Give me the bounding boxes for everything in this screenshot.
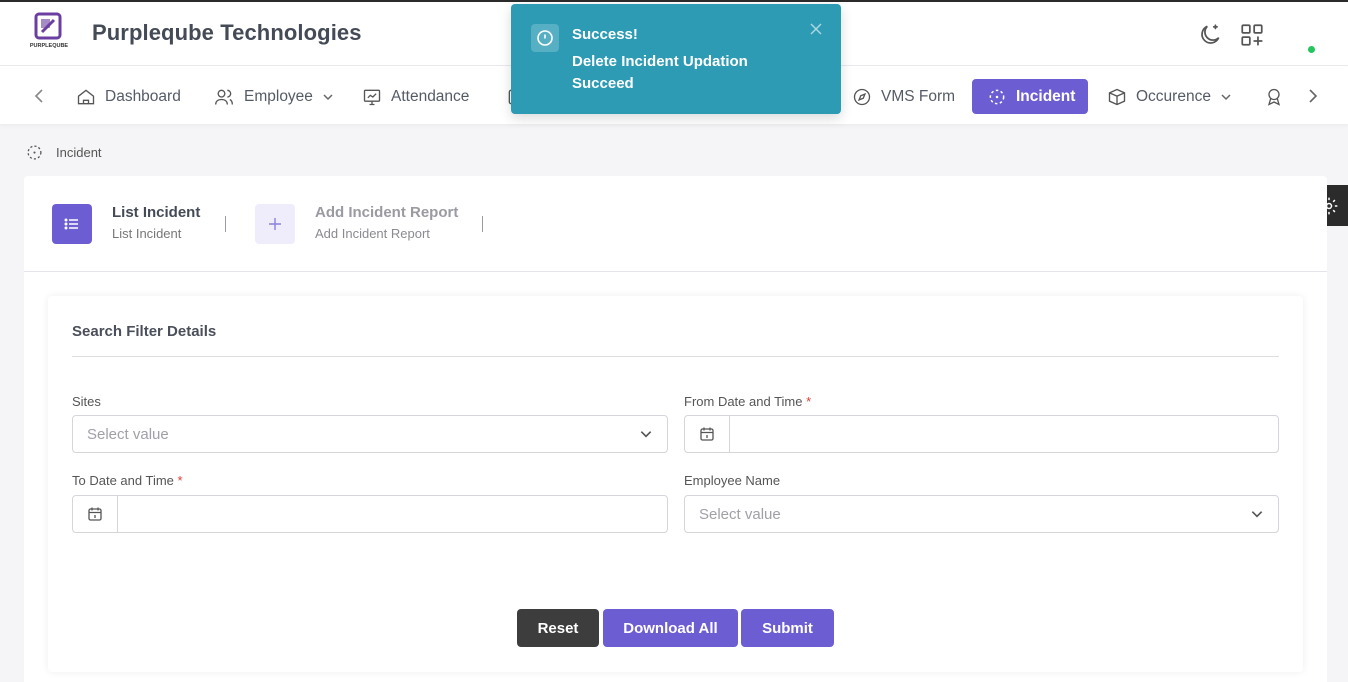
main-card: List Incident List Incident Add Incident… (24, 176, 1327, 682)
chevron-down-icon (640, 431, 652, 438)
nav-item-incident[interactable]: Incident (972, 79, 1088, 114)
toast-message: Delete Incident Updation Succeed (572, 53, 748, 92)
svg-text:PURPLEQUBE: PURPLEQUBE (30, 43, 69, 49)
presentation-icon (363, 89, 381, 105)
required-mark: * (806, 394, 812, 409)
nav-item-label: Incident (1016, 87, 1076, 105)
dark-mode-toggle-icon[interactable] (1197, 22, 1223, 48)
box-icon (1108, 88, 1126, 105)
add-incident-tab-icon[interactable] (255, 204, 295, 244)
list-incident-tab[interactable]: List Incident (112, 204, 200, 221)
scan-icon (989, 89, 1005, 104)
home-icon (77, 88, 95, 104)
add-incident-subtitle: Add Incident Report (315, 226, 430, 241)
calendar-icon[interactable] (685, 416, 730, 452)
tab-separator (225, 216, 226, 232)
breadcrumb-current: Incident (56, 145, 102, 160)
nav-item-awards[interactable] (1254, 79, 1303, 114)
nav-item-label: Occurence (1136, 87, 1211, 105)
chevron-down-icon (1221, 93, 1231, 100)
to-date-label-text: To Date and Time (72, 473, 174, 488)
scan-icon (27, 145, 42, 160)
sites-select[interactable]: Select value (72, 415, 668, 453)
list-incident-subtitle: List Incident (112, 226, 182, 241)
users-icon (215, 89, 233, 105)
employee-placeholder: Select value (699, 505, 781, 523)
award-icon (1267, 88, 1281, 106)
nav-item-occurence[interactable]: Occurence (1097, 79, 1242, 114)
brand-logo[interactable]: PURPLEQUBE (28, 12, 70, 54)
chevron-down-icon (323, 93, 333, 100)
list-incident-tab-icon[interactable] (52, 204, 92, 244)
divider (72, 356, 1279, 357)
nav-scroll-right-icon[interactable] (1302, 86, 1322, 106)
breadcrumb: Incident (26, 144, 102, 161)
required-mark: * (177, 473, 183, 488)
apps-grid-icon[interactable] (1239, 22, 1265, 48)
compass-icon (853, 88, 871, 105)
calendar-icon[interactable] (73, 496, 118, 532)
nav-item-label: Dashboard (105, 87, 181, 105)
add-incident-tab[interactable]: Add Incident Report (315, 204, 458, 221)
nav-item-attendance[interactable]: Attendance (352, 79, 479, 114)
nav-item-employee[interactable]: Employee (203, 79, 344, 114)
info-icon (531, 24, 559, 52)
from-date-field[interactable] (684, 415, 1279, 453)
plus-icon (269, 218, 281, 230)
chevron-down-icon (1251, 511, 1263, 518)
brand-title: Purpleqube Technologies (92, 20, 362, 45)
panel-title: Search Filter Details (72, 323, 217, 340)
nav-item-label: VMS Form (881, 87, 956, 105)
nav-item-dashboard[interactable]: Dashboard (66, 79, 191, 114)
from-date-input[interactable] (730, 416, 1278, 452)
download-all-button[interactable]: Download All (603, 609, 738, 647)
search-filter-panel: Search Filter Details Sites Select value… (48, 296, 1303, 672)
nav-item-label: Employee (244, 87, 313, 105)
nav-item-vms-form[interactable]: VMS Form (842, 79, 965, 114)
employee-name-label: Employee Name (684, 473, 781, 488)
employee-name-select[interactable]: Select value (684, 495, 1279, 533)
sites-label: Sites (72, 394, 101, 409)
nav-item-label: Attendance (391, 87, 470, 105)
tab-separator (482, 216, 483, 232)
online-status-dot (1308, 46, 1315, 53)
from-date-label-text: From Date and Time (684, 394, 803, 409)
toast-title: Success! (572, 26, 638, 43)
reset-button[interactable]: Reset (517, 609, 599, 647)
from-date-label: From Date and Time * (684, 394, 811, 409)
list-icon (64, 218, 78, 230)
to-date-field[interactable] (72, 495, 668, 533)
incident-tabs: List Incident List Incident Add Incident… (24, 176, 1327, 272)
to-date-input[interactable] (118, 496, 667, 532)
sites-placeholder: Select value (87, 425, 169, 443)
nav-scroll-left-icon[interactable] (30, 86, 50, 106)
success-toast: Success! Delete Incident Updation Succee… (511, 4, 841, 114)
close-icon[interactable] (809, 22, 823, 36)
submit-button[interactable]: Submit (741, 609, 834, 647)
to-date-label: To Date and Time * (72, 473, 183, 488)
